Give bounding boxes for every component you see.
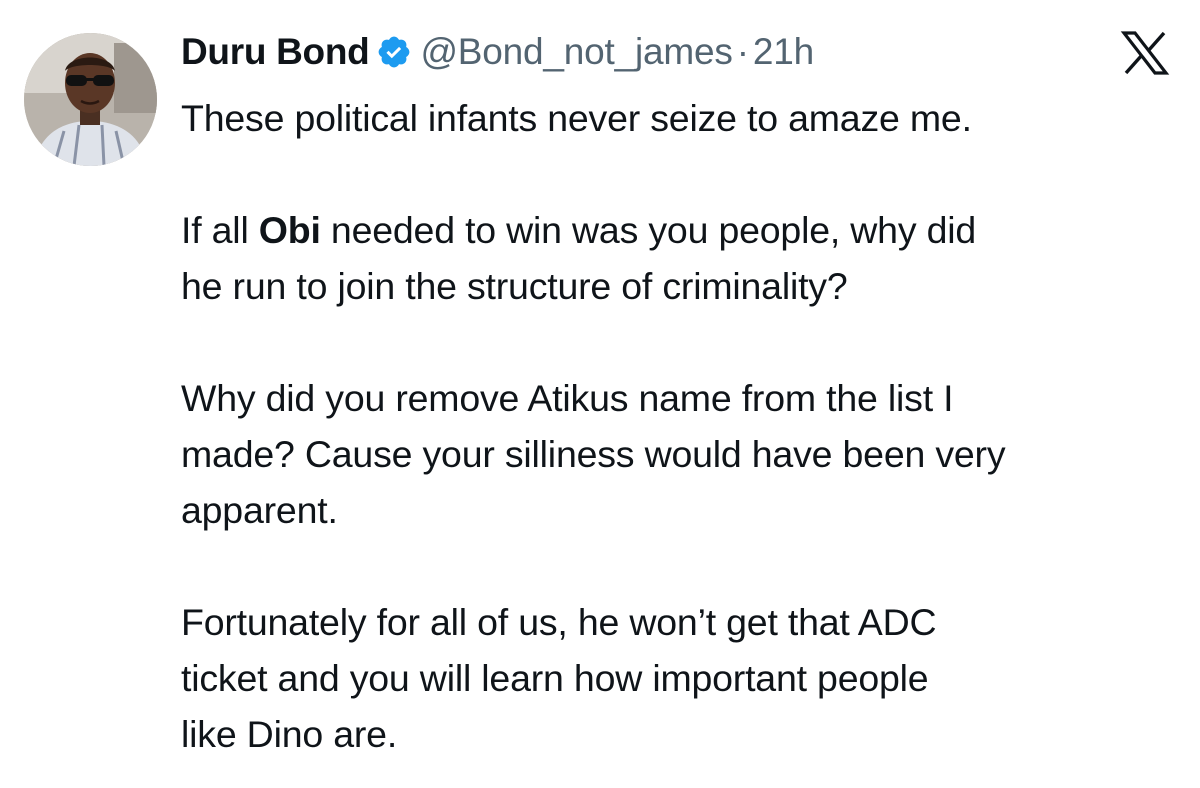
avatar[interactable] bbox=[24, 33, 157, 166]
tweet-paragraph-3-line-2: made? Cause your silliness would have be… bbox=[181, 433, 1006, 475]
x-logo-icon[interactable] bbox=[1120, 30, 1170, 76]
tweet-paragraph-4-line-1: Fortunately for all of us, he won’t get … bbox=[181, 601, 937, 643]
tweet-paragraph-4-line-3: like Dino are. bbox=[181, 713, 398, 755]
tweet-header: Duru Bond @Bond_not_james · 21h bbox=[181, 24, 814, 80]
tweet-paragraph-3-line-1: Why did you remove Atikus name from the … bbox=[181, 377, 954, 419]
separator-dot: · bbox=[736, 31, 749, 72]
tweet-paragraph-3-line-3: apparent. bbox=[181, 489, 338, 531]
avatar-photo bbox=[24, 33, 157, 166]
tweet-card: Duru Bond @Bond_not_james · 21h These po… bbox=[0, 0, 1200, 788]
bold-name-obi: Obi bbox=[258, 209, 321, 251]
tweet-paragraph-4-line-2: ticket and you will learn how important … bbox=[181, 657, 929, 699]
tweet-text: These political infants never seize to a… bbox=[181, 90, 1181, 762]
author-handle[interactable]: @Bond_not_james bbox=[420, 31, 732, 73]
text-segment: needed to win was you people, why did bbox=[320, 209, 977, 251]
verified-badge-icon bbox=[376, 34, 412, 70]
text-segment: If all bbox=[181, 209, 259, 251]
tweet-paragraph-1: These political infants never seize to a… bbox=[181, 97, 972, 139]
author-display-name[interactable]: Duru Bond bbox=[181, 31, 370, 73]
tweet-paragraph-2-line-1: If all Obi needed to win was you people,… bbox=[181, 202, 1181, 258]
timestamp[interactable]: 21h bbox=[753, 31, 814, 73]
tweet-paragraph-2-line-2: he run to join the structure of criminal… bbox=[181, 265, 848, 307]
